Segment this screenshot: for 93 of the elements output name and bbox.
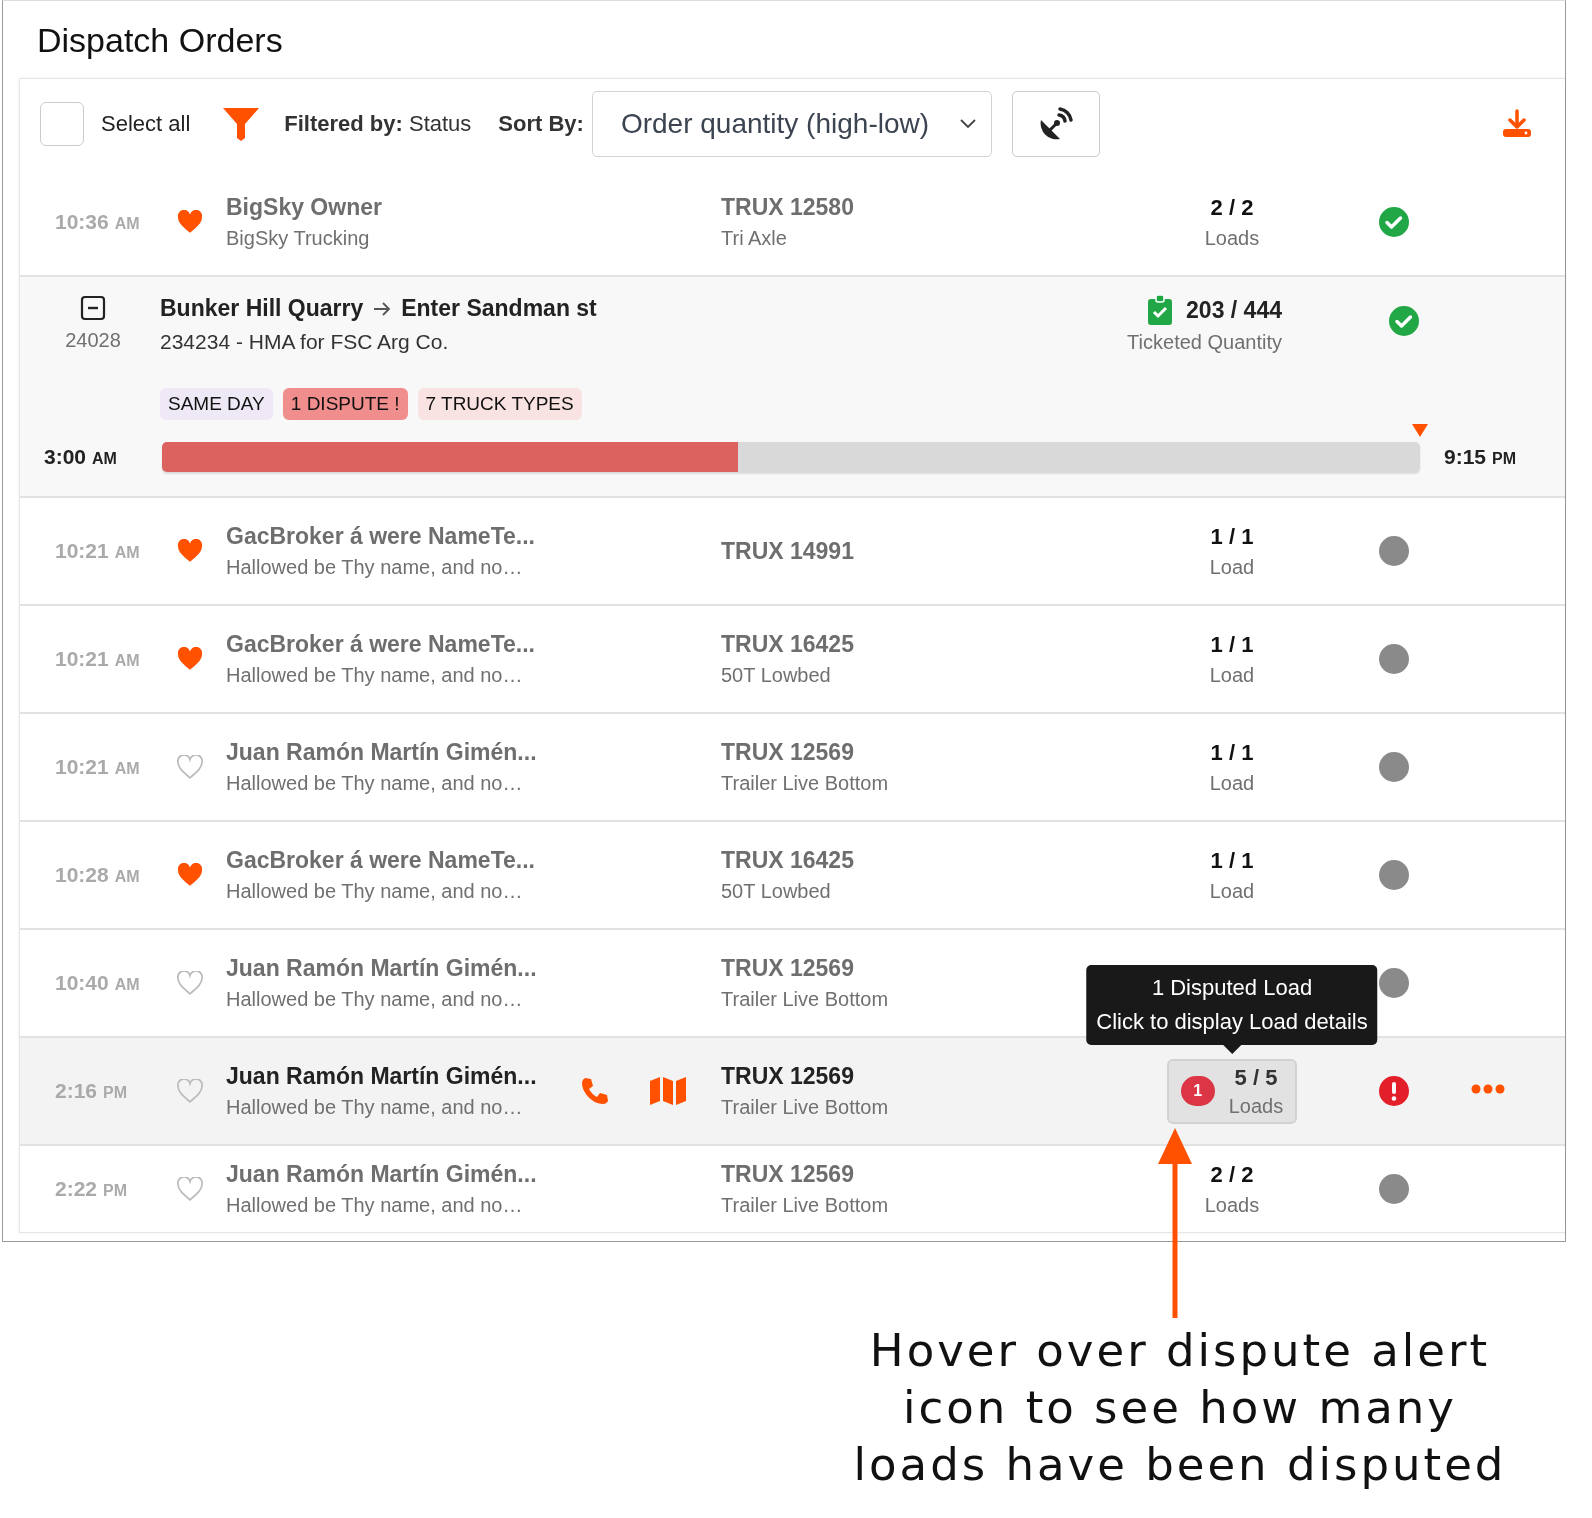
load-label: Load xyxy=(1209,879,1255,903)
driver-note: Hallowed be Thy name, and no… xyxy=(226,988,524,1011)
sort-label: Sort By: xyxy=(498,111,584,137)
order-time: 10:21 AM xyxy=(54,539,141,563)
driver-note: Hallowed be Thy name, and no… xyxy=(226,772,524,795)
order-description: 234234 - HMA for FSC Arg Co. xyxy=(160,330,450,354)
truck-type: 50T Lowbed xyxy=(721,880,832,903)
heart-icon[interactable] xyxy=(177,1177,203,1201)
driver-name: Juan Ramón Martín Gimén... xyxy=(226,955,538,982)
download-icon[interactable] xyxy=(1501,108,1533,140)
truck-number: TRUX 12569 xyxy=(721,739,855,766)
order-time: 10:21 AM xyxy=(54,647,141,671)
order-time: 10:21 AM xyxy=(54,755,141,779)
driver-name: GacBroker á were NameTe... xyxy=(226,523,536,550)
driver-name: GacBroker á were NameTe... xyxy=(226,847,536,874)
heart-icon[interactable] xyxy=(177,210,203,234)
sort-select[interactable]: Order quantity (high-low) xyxy=(591,91,992,157)
ticketed-quantity: 203 / 444 xyxy=(1186,296,1282,324)
select-all-checkbox[interactable] xyxy=(40,102,84,146)
load-count: 5 / 5 xyxy=(1234,1064,1278,1091)
load-label: Loads xyxy=(1228,1094,1284,1118)
heart-icon[interactable] xyxy=(177,539,203,563)
loads-badge[interactable]: 1 5 / 5 Loads xyxy=(1166,1058,1298,1124)
order-time: 2:16 PM xyxy=(54,1079,129,1103)
load-label: Loads xyxy=(1204,1193,1260,1217)
order-time: 10:40 AM xyxy=(54,971,141,995)
truck-number: TRUX 14991 xyxy=(721,537,855,565)
load-count: 1 / 1 xyxy=(1210,631,1254,658)
filter-icon[interactable] xyxy=(222,106,261,142)
driver-name: Juan Ramón Martín Gimén... xyxy=(226,1161,538,1188)
collapse-icon[interactable] xyxy=(80,295,106,321)
load-count: 1 / 1 xyxy=(1210,523,1254,550)
truck-number: TRUX 12569 xyxy=(721,955,855,982)
truck-type: Trailer Live Bottom xyxy=(721,1194,890,1217)
load-count: 1 / 1 xyxy=(1210,739,1254,766)
order-id: 24028 xyxy=(65,329,121,352)
select-all-label: Select all xyxy=(101,111,191,137)
start-time: 3:00 AM xyxy=(43,445,118,469)
truck-number: TRUX 12580 xyxy=(721,194,855,221)
end-marker-icon xyxy=(1412,424,1428,437)
load-label: Loads xyxy=(1204,226,1260,250)
driver-note: Hallowed be Thy name, and no… xyxy=(226,664,524,687)
end-time: 9:15 PM xyxy=(1443,445,1518,469)
check-circle-icon xyxy=(1378,206,1410,238)
phone-icon[interactable] xyxy=(580,1076,610,1106)
driver-note: Hallowed be Thy name, and no… xyxy=(226,1096,524,1119)
order-tag: 7 TRUCK TYPES xyxy=(417,388,582,420)
driver-note: BigSky Trucking xyxy=(226,227,371,250)
load-count: 2 / 2 xyxy=(1210,194,1254,221)
driver-note: Hallowed be Thy name, and no… xyxy=(226,556,524,579)
dispute-count: 1 xyxy=(1180,1076,1215,1106)
truck-number: TRUX 12569 xyxy=(721,1161,855,1188)
filter-label: Filtered by: Status xyxy=(284,111,472,137)
driver-name: BigSky Owner xyxy=(226,194,383,221)
driver-note: Hallowed be Thy name, and no… xyxy=(226,1194,524,1217)
truck-type: Trailer Live Bottom xyxy=(721,772,890,795)
driver-name: GacBroker á were NameTe... xyxy=(226,631,536,658)
annotation-text: Hover over dispute alert icon to see how many loads have been disputed xyxy=(852,1323,1508,1493)
driver-name: Juan Ramón Martín Gimén... xyxy=(226,1063,538,1090)
heart-icon[interactable] xyxy=(177,755,203,779)
order-time: 10:28 AM xyxy=(54,863,141,887)
origin-name: Bunker Hill Quarry xyxy=(160,295,364,322)
map-icon[interactable] xyxy=(650,1077,686,1105)
truck-type: Trailer Live Bottom xyxy=(721,988,890,1011)
load-label: Load xyxy=(1209,555,1255,579)
driver-note: Hallowed be Thy name, and no… xyxy=(226,880,524,903)
heart-icon[interactable] xyxy=(177,863,203,887)
truck-type: Tri Axle xyxy=(721,227,788,250)
heart-icon[interactable] xyxy=(177,971,203,995)
page-title: Dispatch Orders xyxy=(36,20,284,61)
arrow-right-icon xyxy=(373,301,392,316)
driver-name: Juan Ramón Martín Gimén... xyxy=(226,739,538,766)
load-label: Load xyxy=(1209,771,1255,795)
truck-type: 50T Lowbed xyxy=(721,664,832,687)
heart-icon[interactable] xyxy=(177,1079,203,1103)
destination-name: Enter Sandman st xyxy=(401,295,597,322)
load-count: 2 / 2 xyxy=(1210,1161,1254,1188)
clipboard-check-icon xyxy=(1148,295,1173,325)
truck-number: TRUX 12569 xyxy=(721,1063,855,1090)
check-circle-icon xyxy=(1388,305,1420,337)
satellite-button[interactable] xyxy=(1011,91,1100,157)
order-tag: 1 DISPUTE ! xyxy=(282,388,408,420)
truck-number: TRUX 16425 xyxy=(721,631,855,658)
order-time: 2:22 PM xyxy=(54,1177,129,1201)
chevron-down-icon xyxy=(958,118,977,130)
order-tag: SAME DAY xyxy=(160,388,273,420)
truck-type: Trailer Live Bottom xyxy=(721,1096,890,1119)
order-time: 10:36 AM xyxy=(54,210,141,234)
heart-icon[interactable] xyxy=(177,647,203,671)
quantity-label: Ticketed Quantity xyxy=(1127,331,1282,354)
truck-number: TRUX 16425 xyxy=(721,847,855,874)
load-count: 1 / 1 xyxy=(1210,847,1254,874)
load-label: Load xyxy=(1209,663,1255,687)
